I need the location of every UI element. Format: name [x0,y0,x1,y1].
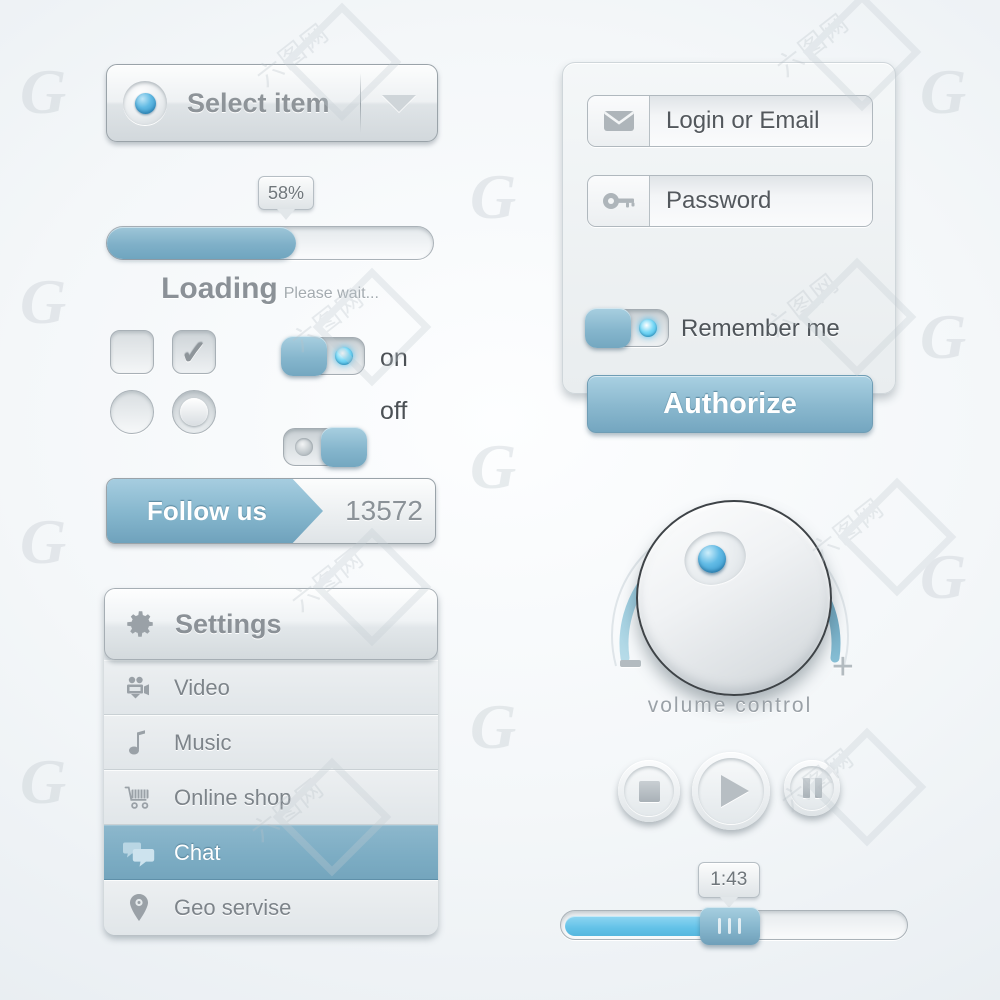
chevron-down-icon [382,94,416,112]
stop-button[interactable] [618,760,680,822]
play-button[interactable] [692,752,770,830]
progress-bar-fill [107,227,297,259]
toggle-led-off-icon [295,438,313,456]
menu-item-label: Video [174,674,230,700]
loading-status: Loading Please wait... [106,272,434,306]
select-item-dropdown[interactable]: Select item [106,64,438,142]
watermark-logo: G [20,56,66,127]
toggle-on-label: on [380,344,408,372]
radio-selected[interactable] [172,390,216,434]
menu-item-video[interactable]: Video [104,660,438,715]
time-slider-track[interactable] [560,907,908,945]
watermark-logo: G [20,266,66,337]
volume-knob[interactable] [636,500,832,696]
ui-kit-canvas: G G G G G G G G G G 六图网 六图网 六图网 六图网 六图网 … [0,0,1000,1000]
pause-icon [802,778,822,798]
menu-item-label: Online shop [174,784,292,810]
pause-button[interactable] [784,760,840,816]
menu-item-chat[interactable]: Chat [104,825,438,880]
settings-menu-header[interactable]: Settings [104,588,438,660]
toggle-switch-on[interactable] [281,336,365,376]
password-field[interactable]: Password [587,175,873,227]
watermark-logo: G [20,506,66,577]
key-icon [588,176,650,226]
watermark-logo: G [470,431,516,502]
menu-item-label: Music [174,729,232,755]
login-panel: Login or Email Password Remember me Auth… [562,62,896,433]
remember-me-toggle[interactable] [585,308,669,348]
volume-plus-label: + [831,646,854,688]
follow-us-label: Follow us [147,495,267,526]
email-field[interactable]: Login or Email [587,95,873,147]
blue-dot-icon [123,81,167,125]
volume-control-widget[interactable]: + volume control [578,452,882,742]
video-camera-icon [104,676,174,700]
menu-item-label: Chat [174,839,221,865]
remember-me-label: Remember me [681,315,840,342]
follow-us-count: 13572 [345,495,423,526]
watermark-logo: G [20,746,66,817]
menu-item-music[interactable]: Music [104,715,438,770]
knob-indicator-icon [698,545,726,573]
gear-icon [105,607,175,641]
progress-tooltip: 58% [258,176,314,220]
time-slider-fill [565,916,712,936]
toggle-led-on-icon [639,319,657,337]
checkbox-checked[interactable]: ✓ [172,330,216,374]
watermark-logo: G [920,301,966,372]
stop-icon [638,780,660,802]
follow-us-button[interactable]: Follow us 13572 [106,478,436,544]
loading-subtitle: Please wait... [283,285,379,302]
time-slider-handle[interactable] [699,907,760,945]
authorize-button[interactable]: Authorize [587,375,873,433]
radio-unselected[interactable] [110,390,154,434]
email-value: Login or Email [650,96,872,146]
time-tooltip: 1:43 [697,862,760,908]
watermark-logo: G [920,56,966,127]
volume-caption: volume control [647,694,813,717]
menu-item-label: Geo servise [174,895,292,920]
music-note-icon [104,729,174,757]
toggle-led-on-icon [335,347,353,365]
toggle-knob [281,336,327,376]
envelope-icon [588,96,650,146]
toggle-switch-off[interactable] [283,427,367,467]
play-icon [720,775,749,807]
check-icon: ✓ [180,333,208,371]
watermark-logo: G [920,541,966,612]
toggle-knob [321,427,367,467]
toggle-knob [585,308,631,348]
volume-minus-label [620,660,641,667]
dropdown-arrow-button[interactable] [361,94,437,112]
watermark-logo: G [470,161,516,232]
checkbox-unchecked[interactable] [110,330,154,374]
loading-title: Loading [161,272,278,305]
settings-menu-panel: Settings Video Music Online shop Chat Ge… [104,588,438,935]
settings-menu-title: Settings [175,608,282,639]
watermark-logo: G [470,691,516,762]
shopping-cart-icon [104,785,174,811]
progress-bar-track[interactable] [106,226,434,260]
chat-bubbles-icon [104,839,174,867]
menu-item-online-shop[interactable]: Online shop [104,770,438,825]
password-value: Password [650,176,872,226]
toggle-off-label: off [380,397,408,425]
menu-item-geo-servise[interactable]: Geo servise [104,880,438,935]
select-item-label: Select item [187,87,330,118]
map-pin-icon [104,893,174,923]
